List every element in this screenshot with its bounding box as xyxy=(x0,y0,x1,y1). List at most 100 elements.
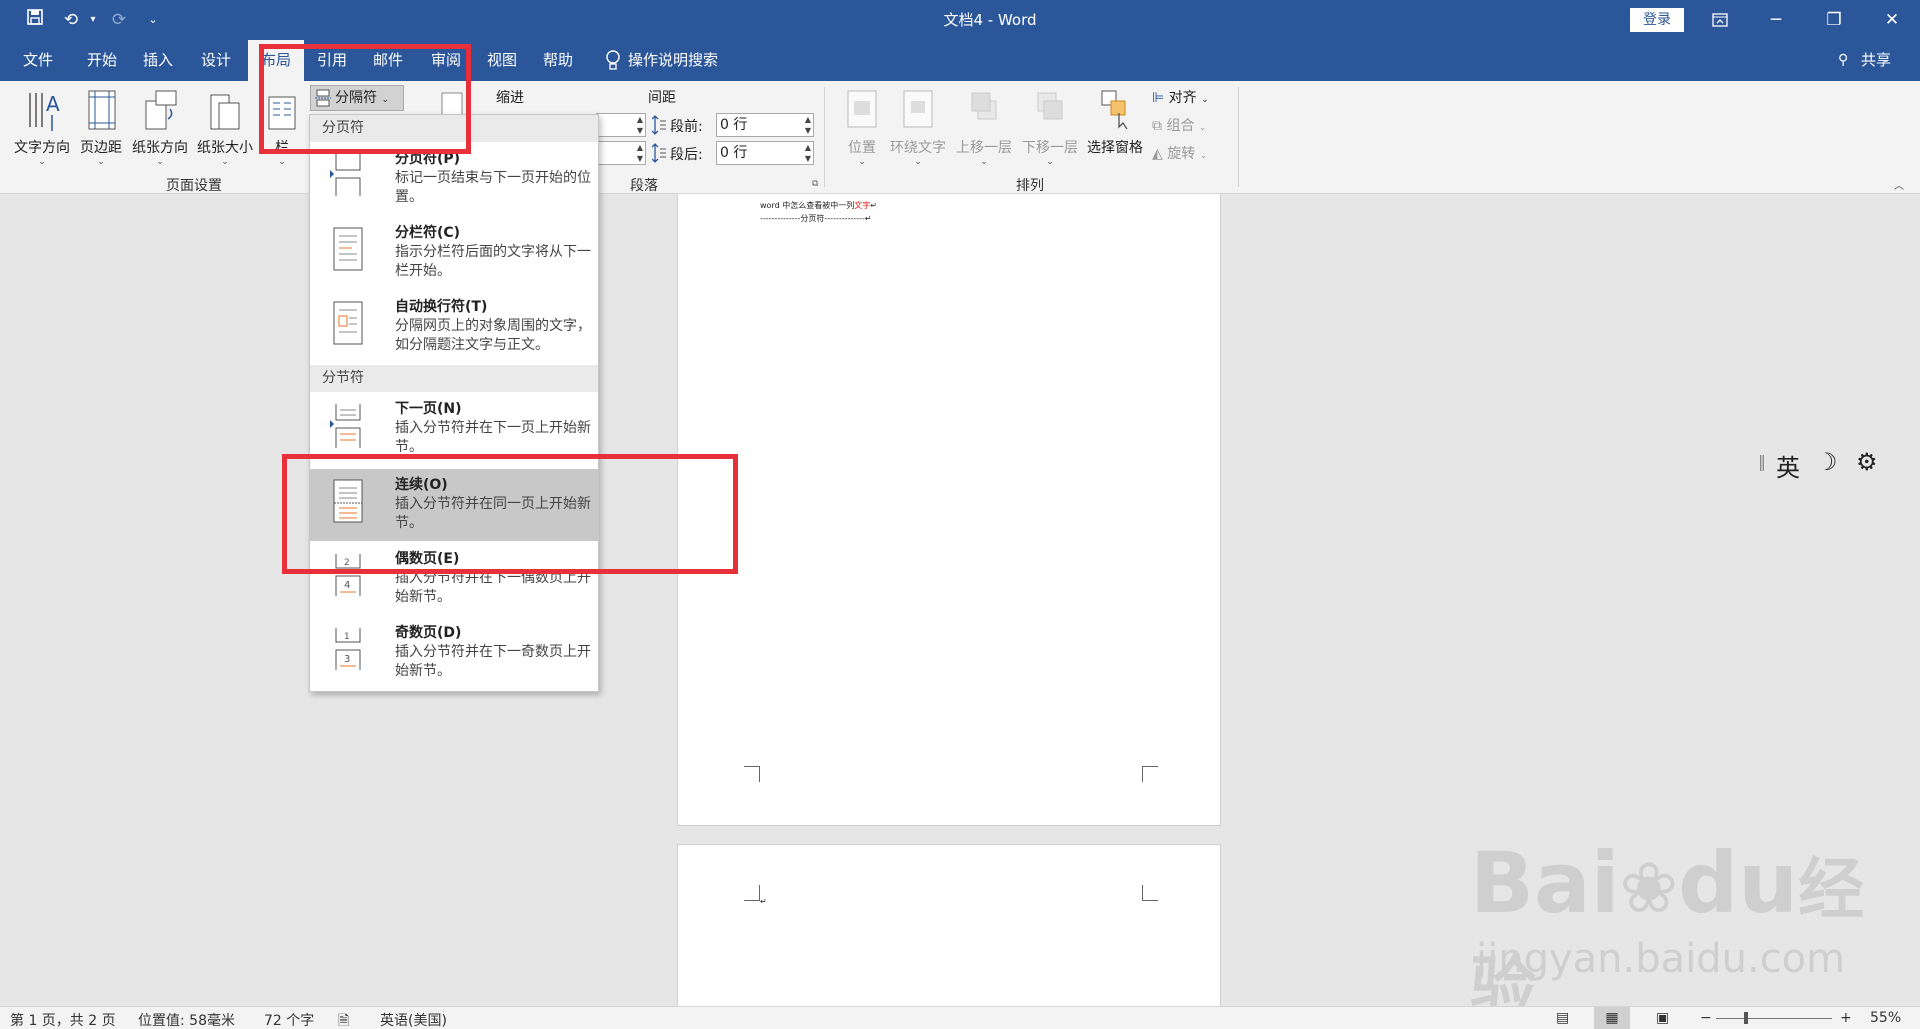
zoom-slider[interactable] xyxy=(1716,1018,1832,1019)
wrap-text-label: 环绕文字 xyxy=(890,140,946,156)
menu-item-title: 下一页(N) xyxy=(395,401,462,417)
breaks-dropdown-menu: 分页符 分页符(P) 标记一页结束与下一页开始的位置。 分栏符(C) 指示分栏符… xyxy=(309,114,599,692)
vertical-position[interactable]: 位置值: 58毫米 xyxy=(138,1010,235,1029)
space-before-icon xyxy=(651,115,666,135)
web-layout-icon[interactable]: ▣ xyxy=(1656,1010,1669,1026)
send-backward-button[interactable]: 下移一层 ⌄ xyxy=(1018,87,1082,167)
document-text-line-1[interactable]: word 中怎么查看被中一列文字↵ xyxy=(760,200,877,211)
chevron-down-icon: ⌄ xyxy=(278,157,286,167)
share-button[interactable]: 共享 xyxy=(1856,40,1896,81)
svg-text:1: 1 xyxy=(344,632,350,642)
user-icon[interactable]: ⚲ xyxy=(1838,52,1848,68)
moon-icon[interactable]: ☽ xyxy=(1816,448,1838,476)
bring-forward-icon xyxy=(968,87,1000,135)
print-layout-icon[interactable]: ▦ xyxy=(1594,1007,1630,1029)
send-backward-icon xyxy=(1034,87,1066,135)
close-icon[interactable]: ✕ xyxy=(1864,0,1920,40)
language-indicator[interactable]: 英语(美国) xyxy=(380,1010,447,1029)
menu-item-column-break[interactable]: 分栏符(C) 指示分栏符后面的文字将从下一栏开始。 xyxy=(310,217,598,289)
text-direction-icon: A xyxy=(22,87,62,135)
lightbulb-icon xyxy=(605,50,621,72)
crop-mark xyxy=(744,885,760,901)
customize-toolbar-icon[interactable]: ⌄ xyxy=(140,8,166,32)
group-icon: ⧉ xyxy=(1152,118,1162,134)
menu-item-description: 标记一页结束与下一页开始的位置。 xyxy=(395,170,591,205)
space-after-input[interactable]: 0 行 ▲ ▼ xyxy=(716,141,814,165)
word-count[interactable]: 72 个字 xyxy=(264,1010,314,1029)
crop-mark xyxy=(744,766,760,782)
menu-item-title: 自动换行符(T) xyxy=(395,299,488,315)
spacing-label: 间距 xyxy=(648,90,676,106)
bring-forward-button[interactable]: 上移一层 ⌄ xyxy=(952,87,1016,167)
proofing-icon[interactable]: 🗎 xyxy=(338,1010,349,1029)
margins-icon xyxy=(81,87,121,135)
group-label: 组合 xyxy=(1166,118,1195,134)
menu-item-text-wrapping[interactable]: 自动换行符(T) 分隔网页上的对象周围的文字，如分隔题注文字与正文。 xyxy=(310,291,598,363)
document-page-1[interactable]: word 中怎么查看被中一列文字↵ --------------分页符-----… xyxy=(677,194,1221,826)
restore-icon[interactable]: ❐ xyxy=(1806,0,1862,40)
ribbon-display-icon[interactable] xyxy=(1692,0,1748,40)
group-button[interactable]: ⧉ 组合 ⌄ xyxy=(1152,115,1206,135)
spinner-icon: ▲ ▼ xyxy=(636,143,643,163)
collapse-ribbon-icon[interactable]: ︿ xyxy=(1894,177,1904,192)
text-wrapping-icon xyxy=(330,300,363,346)
tell-me-search[interactable]: 操作说明搜索 xyxy=(628,40,738,81)
chevron-down-icon: ⌄ xyxy=(221,157,229,167)
svg-text:4: 4 xyxy=(344,580,350,591)
selection-pane-button[interactable]: 选择窗格 xyxy=(1084,87,1146,157)
title-bar: ⟲ ▾ ⟳ ⌄ 文档4 - Word 登录 ─ ❐ ✕ xyxy=(0,0,1920,40)
menu-item-description: 插入分节符并在下一页上开始新节。 xyxy=(395,420,591,455)
column-break-icon xyxy=(330,226,363,272)
zoom-out-button[interactable]: − xyxy=(1700,1010,1712,1026)
chevron-down-icon: ⌄ xyxy=(858,157,866,167)
indent-left-input[interactable]: ▲ ▼ xyxy=(596,113,646,137)
zoom-slider-handle[interactable] xyxy=(1744,1012,1748,1024)
size-button[interactable]: 纸张大小 ⌄ xyxy=(194,87,256,167)
watermark-brand-text-2: du xyxy=(1678,834,1799,932)
page-count[interactable]: 第 1 页，共 2 页 xyxy=(10,1010,116,1029)
indent-right-input[interactable]: ▲ ▼ xyxy=(596,141,646,165)
selection-pane-label: 选择窗格 xyxy=(1087,140,1143,156)
document-page-2[interactable]: ↵ xyxy=(677,844,1221,1006)
tab-file[interactable]: 文件 xyxy=(10,40,66,81)
menu-item-description: 插入分节符并在下一偶数页上开始新节。 xyxy=(395,570,591,605)
zoom-level[interactable]: 55% xyxy=(1870,1010,1901,1026)
highlight-box-continuous xyxy=(282,454,738,574)
rotate-button[interactable]: ◭ 旋转 ⌄ xyxy=(1152,143,1207,163)
save-icon[interactable] xyxy=(22,8,48,32)
status-bar: 第 1 页，共 2 页 位置值: 58毫米 72 个字 🗎 英语(美国) ▤ ▦… xyxy=(0,1006,1920,1029)
menu-item-description: 插入分节符并在下一奇数页上开始新节。 xyxy=(395,644,591,679)
chevron-down-icon: ⌄ xyxy=(1199,151,1208,161)
text-direction-button[interactable]: A 文字方向 ⌄ xyxy=(10,87,74,167)
dialog-launcher-icon[interactable]: ⧉ xyxy=(812,179,818,189)
ime-handle-icon[interactable]: ‖ xyxy=(1758,452,1766,471)
minimize-icon[interactable]: ─ xyxy=(1748,0,1804,40)
watermark-brand-text: Bai xyxy=(1470,834,1620,932)
ime-language-toggle[interactable]: 英 xyxy=(1776,448,1800,483)
orientation-button[interactable]: 纸张方向 ⌄ xyxy=(128,87,192,167)
tab-insert[interactable]: 插入 xyxy=(130,40,186,81)
gear-icon[interactable]: ⚙ xyxy=(1856,448,1878,476)
tab-home[interactable]: 开始 xyxy=(74,40,130,81)
space-before-input[interactable]: 0 行 ▲ ▼ xyxy=(716,113,814,137)
menu-item-odd-page[interactable]: 13 奇数页(D) 插入分节符并在下一奇数页上开始新节。 xyxy=(310,617,598,689)
login-button[interactable]: 登录 xyxy=(1630,8,1684,32)
undo-dropdown-icon[interactable]: ▾ xyxy=(80,8,106,32)
zoom-in-button[interactable]: + xyxy=(1840,1010,1852,1026)
margins-label: 页边距 xyxy=(80,140,122,156)
tab-help[interactable]: 帮助 xyxy=(530,40,586,81)
margins-button[interactable]: 页边距 ⌄ xyxy=(76,87,126,167)
page-break-icon xyxy=(330,152,362,198)
redo-icon[interactable]: ⟳ xyxy=(106,8,132,32)
read-mode-icon[interactable]: ▤ xyxy=(1556,1010,1569,1026)
crop-mark xyxy=(1142,885,1158,901)
align-button[interactable]: ⊫ 对齐 ⌄ xyxy=(1152,87,1209,107)
menu-item-title: 分栏符(C) xyxy=(395,225,461,241)
tab-design[interactable]: 设计 xyxy=(188,40,244,81)
align-label: 对齐 xyxy=(1168,90,1197,106)
selection-pane-icon xyxy=(1099,87,1131,135)
position-button[interactable]: 位置 ⌄ xyxy=(840,87,884,167)
tab-view[interactable]: 视图 xyxy=(474,40,530,81)
crop-mark xyxy=(1142,766,1158,782)
wrap-text-button[interactable]: 环绕文字 ⌄ xyxy=(886,87,950,167)
